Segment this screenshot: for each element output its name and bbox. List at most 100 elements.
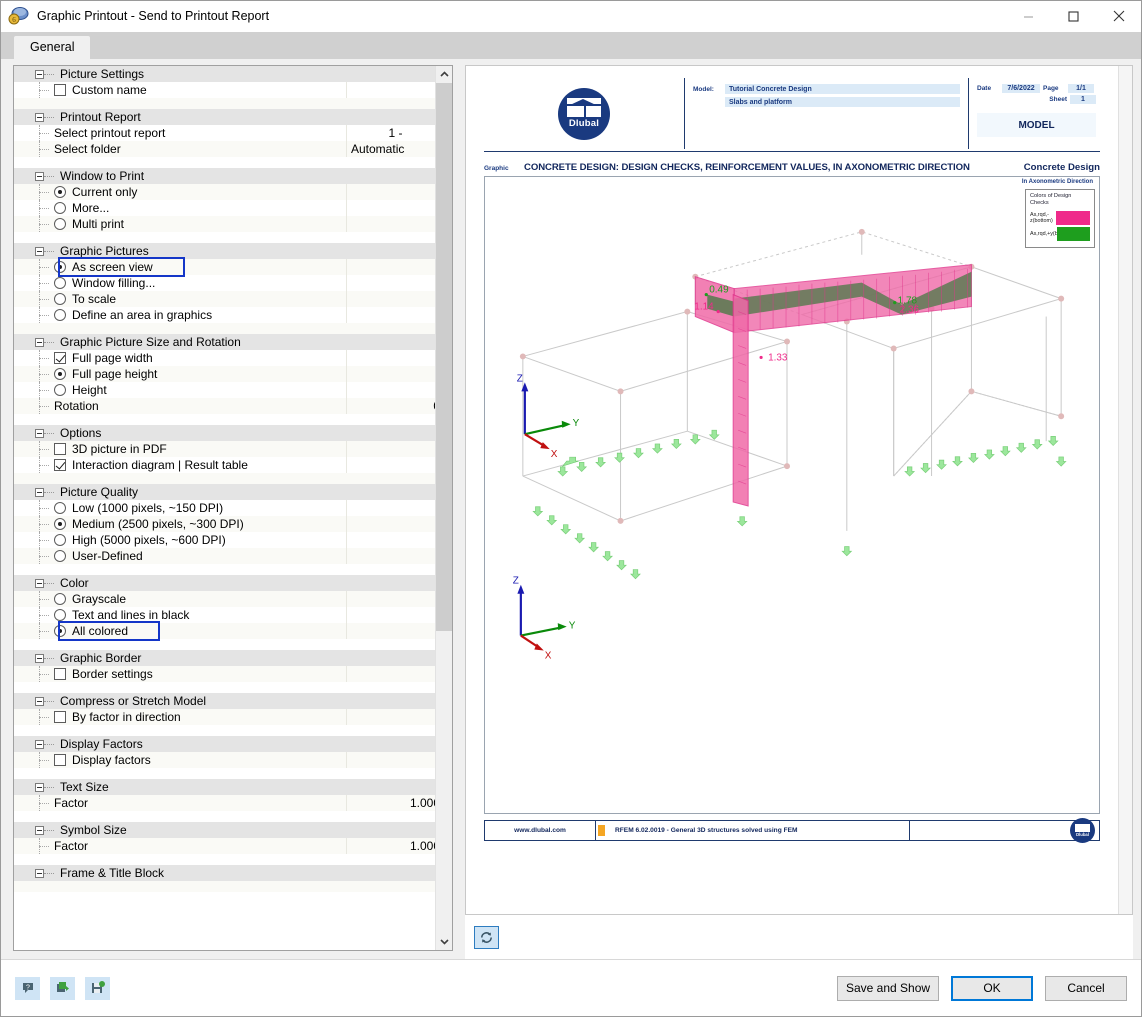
radio-grayscale[interactable] — [54, 593, 66, 605]
scroll-up-arrow-icon[interactable] — [436, 66, 452, 83]
settings-row-value[interactable] — [346, 457, 435, 473]
checkbox-custom-name[interactable] — [54, 84, 66, 96]
settings-row-value[interactable] — [346, 752, 435, 768]
settings-group-header[interactable]: Picture Settings — [14, 66, 435, 82]
scroll-down-arrow-icon[interactable] — [436, 933, 452, 950]
radio-to-scale[interactable] — [54, 293, 66, 305]
settings-row-value[interactable] — [346, 623, 435, 639]
settings-row[interactable]: Border settings — [14, 666, 435, 682]
checkbox-full-page-width[interactable] — [54, 352, 66, 364]
settings-export-icon[interactable] — [50, 976, 75, 1000]
checkbox-display-factors[interactable] — [54, 754, 66, 766]
checkbox-3d-picture-in-pdf[interactable] — [54, 443, 66, 455]
ok-button[interactable]: OK — [951, 975, 1033, 1001]
settings-row-value[interactable] — [346, 307, 435, 323]
settings-row[interactable]: 3D picture in PDF — [14, 441, 435, 457]
radio-all-colored[interactable] — [54, 625, 66, 637]
collapse-expand-icon[interactable] — [35, 69, 44, 79]
settings-row[interactable]: By factor in direction — [14, 709, 435, 725]
settings-row[interactable]: Grayscale — [14, 591, 435, 607]
radio-high-5000-pixels-600-dpi[interactable] — [54, 534, 66, 546]
collapse-expand-icon[interactable] — [35, 868, 44, 878]
settings-row-value[interactable] — [346, 200, 435, 216]
checkbox-border-settings[interactable] — [54, 668, 66, 680]
settings-row[interactable]: Current only — [14, 184, 435, 200]
settings-row-value[interactable] — [346, 382, 435, 398]
collapse-expand-icon[interactable] — [35, 739, 44, 749]
settings-scrollbar[interactable] — [435, 66, 452, 950]
settings-row[interactable]: Factor1.000-- — [14, 795, 435, 811]
radio-height[interactable] — [54, 384, 66, 396]
settings-row[interactable]: All colored — [14, 623, 435, 639]
checkbox-by-factor-in-direction[interactable] — [54, 711, 66, 723]
settings-row[interactable]: Select printout report 1 - — [14, 125, 435, 141]
scrollbar-thumb[interactable] — [436, 83, 452, 632]
cancel-button[interactable]: Cancel — [1045, 975, 1127, 1001]
settings-group-header[interactable]: Printout Report — [14, 109, 435, 125]
radio-medium-2500-pixels-300-dpi[interactable] — [54, 518, 66, 530]
settings-group-header[interactable]: Display Factors — [14, 736, 435, 752]
settings-row-value[interactable]: 1.000 — [346, 838, 435, 854]
settings-row-value[interactable] — [346, 441, 435, 457]
settings-group-header[interactable]: Picture Quality — [14, 484, 435, 500]
settings-group-header[interactable]: Window to Print — [14, 168, 435, 184]
settings-row[interactable]: Window filling... — [14, 275, 435, 291]
settings-row[interactable]: Full page width — [14, 350, 435, 366]
refresh-preview-button[interactable] — [474, 925, 499, 949]
settings-row[interactable]: More... — [14, 200, 435, 216]
settings-row-value[interactable]: Automatic — [346, 141, 435, 157]
collapse-expand-icon[interactable] — [35, 487, 44, 497]
settings-row-value[interactable] — [346, 275, 435, 291]
settings-row[interactable]: Factor1.000-- — [14, 838, 435, 854]
collapse-expand-icon[interactable] — [35, 171, 44, 181]
settings-row[interactable]: To scale — [14, 291, 435, 307]
radio-as-screen-view[interactable] — [54, 261, 66, 273]
settings-row[interactable]: Height — [14, 382, 435, 398]
radio-more[interactable] — [54, 202, 66, 214]
settings-row-value[interactable] — [346, 216, 435, 232]
settings-row[interactable]: User-Defined — [14, 548, 435, 564]
settings-row-value[interactable] — [346, 500, 435, 516]
settings-row-value[interactable] — [346, 709, 435, 725]
collapse-expand-icon[interactable] — [35, 696, 44, 706]
collapse-expand-icon[interactable] — [35, 653, 44, 663]
settings-row-value[interactable] — [346, 548, 435, 564]
preview-scrollbar[interactable] — [1118, 66, 1132, 914]
settings-row-value[interactable] — [346, 259, 435, 275]
settings-row[interactable]: Rotation0deg — [14, 398, 435, 414]
settings-row-value[interactable] — [346, 291, 435, 307]
radio-multi-print[interactable] — [54, 218, 66, 230]
settings-row[interactable]: Low (1000 pixels, ~150 DPI) — [14, 500, 435, 516]
settings-row-value[interactable] — [346, 591, 435, 607]
settings-row-value[interactable] — [346, 184, 435, 200]
settings-group-header[interactable]: Color — [14, 575, 435, 591]
settings-group-header[interactable]: Frame & Title Block — [14, 865, 435, 881]
save-settings-icon[interactable] — [85, 976, 110, 1000]
settings-row[interactable]: High (5000 pixels, ~600 DPI) — [14, 532, 435, 548]
help-info-icon[interactable]: ? — [15, 976, 40, 1000]
settings-row-value[interactable] — [346, 607, 435, 623]
radio-full-page-height[interactable] — [54, 368, 66, 380]
radio-text-and-lines-in-black[interactable] — [54, 609, 66, 621]
settings-group-header[interactable]: Text Size — [14, 779, 435, 795]
settings-row-value[interactable]: 0 — [346, 398, 435, 414]
settings-group-header[interactable]: Graphic Picture Size and Rotation — [14, 334, 435, 350]
settings-row-value[interactable] — [346, 82, 435, 98]
settings-row[interactable]: Interaction diagram | Result table — [14, 457, 435, 473]
settings-group-header[interactable]: Graphic Pictures — [14, 243, 435, 259]
settings-group-header[interactable]: Compress or Stretch Model — [14, 693, 435, 709]
radio-user-defined[interactable] — [54, 550, 66, 562]
settings-row[interactable]: Text and lines in black — [14, 607, 435, 623]
collapse-expand-icon[interactable] — [35, 246, 44, 256]
settings-row-value[interactable] — [346, 516, 435, 532]
radio-window-filling[interactable] — [54, 277, 66, 289]
checkbox-interaction-diagram-result-table[interactable] — [54, 459, 66, 471]
settings-row-value[interactable] — [346, 666, 435, 682]
radio-current-only[interactable] — [54, 186, 66, 198]
collapse-expand-icon[interactable] — [35, 112, 44, 122]
maximize-icon[interactable] — [1051, 1, 1096, 32]
collapse-expand-icon[interactable] — [35, 782, 44, 792]
settings-row-value[interactable]: 1 - — [346, 125, 435, 141]
settings-row[interactable]: Display factors — [14, 752, 435, 768]
settings-group-header[interactable]: Symbol Size — [14, 822, 435, 838]
